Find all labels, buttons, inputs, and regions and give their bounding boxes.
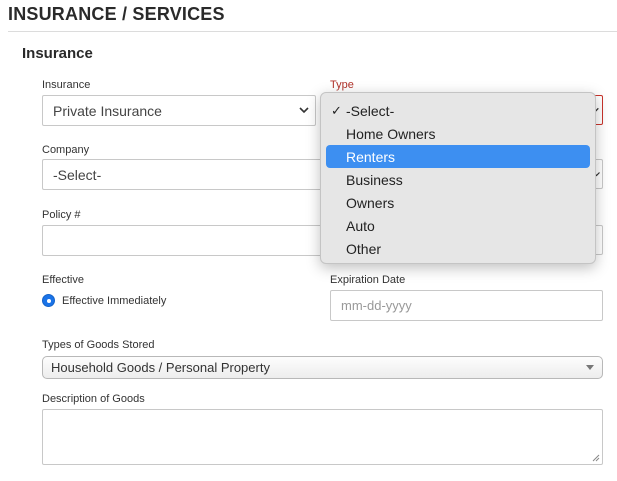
type-option-renters[interactable]: Renters — [326, 145, 590, 168]
description-label: Description of Goods — [42, 393, 145, 405]
type-option-select[interactable]: ✓ -Select- — [326, 99, 590, 122]
expiration-label: Expiration Date — [330, 274, 406, 286]
goods-label: Types of Goods Stored — [42, 339, 155, 351]
insurance-select-value: Private Insurance — [53, 102, 162, 119]
company-select[interactable]: -Select- — [42, 159, 332, 190]
type-option-label: Owners — [346, 194, 395, 211]
company-select-value: -Select- — [53, 166, 102, 183]
type-dropdown-menu: ✓ -Select- Home Owners Renters Business Owner… — [320, 92, 596, 264]
company-label: Company — [42, 144, 90, 156]
checkmark-icon: ✓ — [331, 103, 342, 118]
chevron-down-icon — [299, 107, 309, 114]
type-option-home-owners[interactable]: Home Owners — [326, 122, 590, 145]
type-option-owners[interactable]: Owners — [326, 191, 590, 214]
effective-immediately-radio[interactable] — [42, 294, 55, 307]
type-option-label: -Select- — [346, 102, 395, 119]
policy-input[interactable] — [42, 225, 332, 256]
effective-immediately-label[interactable]: Effective Immediately — [62, 295, 166, 307]
type-option-business[interactable]: Business — [326, 168, 590, 191]
description-textarea[interactable] — [42, 409, 603, 465]
effective-label: Effective — [42, 274, 84, 286]
type-option-label: Renters — [346, 148, 396, 165]
type-option-label: Home Owners — [346, 125, 436, 142]
page-heading: INSURANCE / SERVICES — [8, 4, 225, 24]
policy-label: Policy # — [42, 209, 81, 221]
caret-down-icon — [586, 365, 594, 370]
goods-select-value: Household Goods / Personal Property — [51, 360, 270, 375]
insurance-select[interactable]: Private Insurance — [42, 95, 316, 126]
type-option-label: Business — [346, 171, 403, 188]
insurance-label: Insurance — [42, 79, 91, 91]
type-option-label: Other — [346, 240, 382, 257]
section-title: Insurance — [22, 45, 93, 62]
expiration-date-placeholder: mm-dd-yyyy — [341, 298, 412, 313]
type-label: Type — [330, 79, 354, 91]
expiration-date-input[interactable]: mm-dd-yyyy — [330, 290, 603, 321]
goods-select[interactable]: Household Goods / Personal Property — [42, 356, 603, 379]
type-option-other[interactable]: Other — [326, 237, 590, 260]
type-option-auto[interactable]: Auto — [326, 214, 590, 237]
type-option-label: Auto — [346, 217, 375, 234]
resize-grip-icon[interactable] — [592, 454, 600, 462]
heading-divider — [8, 31, 617, 32]
